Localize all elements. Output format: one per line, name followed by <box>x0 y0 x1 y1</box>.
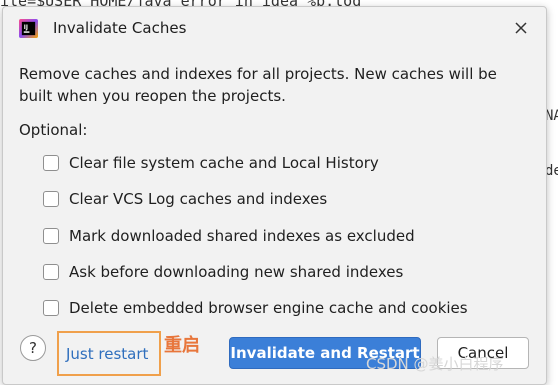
option-ask-before-download[interactable]: Ask before downloading new shared indexe… <box>43 261 403 283</box>
checkbox[interactable] <box>43 191 59 207</box>
intellij-logo-icon: IJ <box>19 19 38 38</box>
option-label: Delete embedded browser engine cache and… <box>69 299 468 317</box>
close-button[interactable] <box>510 17 532 39</box>
checkbox[interactable] <box>43 228 59 244</box>
just-restart-link[interactable]: Just restart <box>66 345 148 363</box>
svg-text:IJ: IJ <box>24 25 28 31</box>
annotation-label: 重启 <box>164 335 200 356</box>
option-label: Ask before downloading new shared indexe… <box>69 263 404 281</box>
dialog-description: Remove caches and indexes for all projec… <box>19 65 497 105</box>
optional-label: Optional: <box>19 121 88 139</box>
option-clear-fs-cache[interactable]: Clear file system cache and Local Histor… <box>43 152 379 174</box>
watermark: CSDN @姜小白程序 <box>366 355 504 373</box>
checkbox[interactable] <box>43 300 59 316</box>
invalidate-caches-dialog: IJ Invalidate Caches Remove caches and i… <box>2 6 547 385</box>
option-label: Clear VCS Log caches and indexes <box>69 190 328 208</box>
option-label: Mark downloaded shared indexes as exclud… <box>69 227 415 245</box>
help-button[interactable]: ? <box>20 335 46 361</box>
checkbox[interactable] <box>43 155 59 171</box>
checkbox[interactable] <box>43 264 59 280</box>
option-clear-vcs-log[interactable]: Clear VCS Log caches and indexes <box>43 188 327 210</box>
option-delete-browser-cache[interactable]: Delete embedded browser engine cache and… <box>43 297 468 319</box>
dialog-title: Invalidate Caches <box>53 19 187 37</box>
dialog-titlebar: IJ Invalidate Caches <box>3 7 546 49</box>
option-mark-shared-indexes[interactable]: Mark downloaded shared indexes as exclud… <box>43 225 415 247</box>
option-label: Clear file system cache and Local Histor… <box>69 154 379 172</box>
close-icon <box>515 22 527 34</box>
